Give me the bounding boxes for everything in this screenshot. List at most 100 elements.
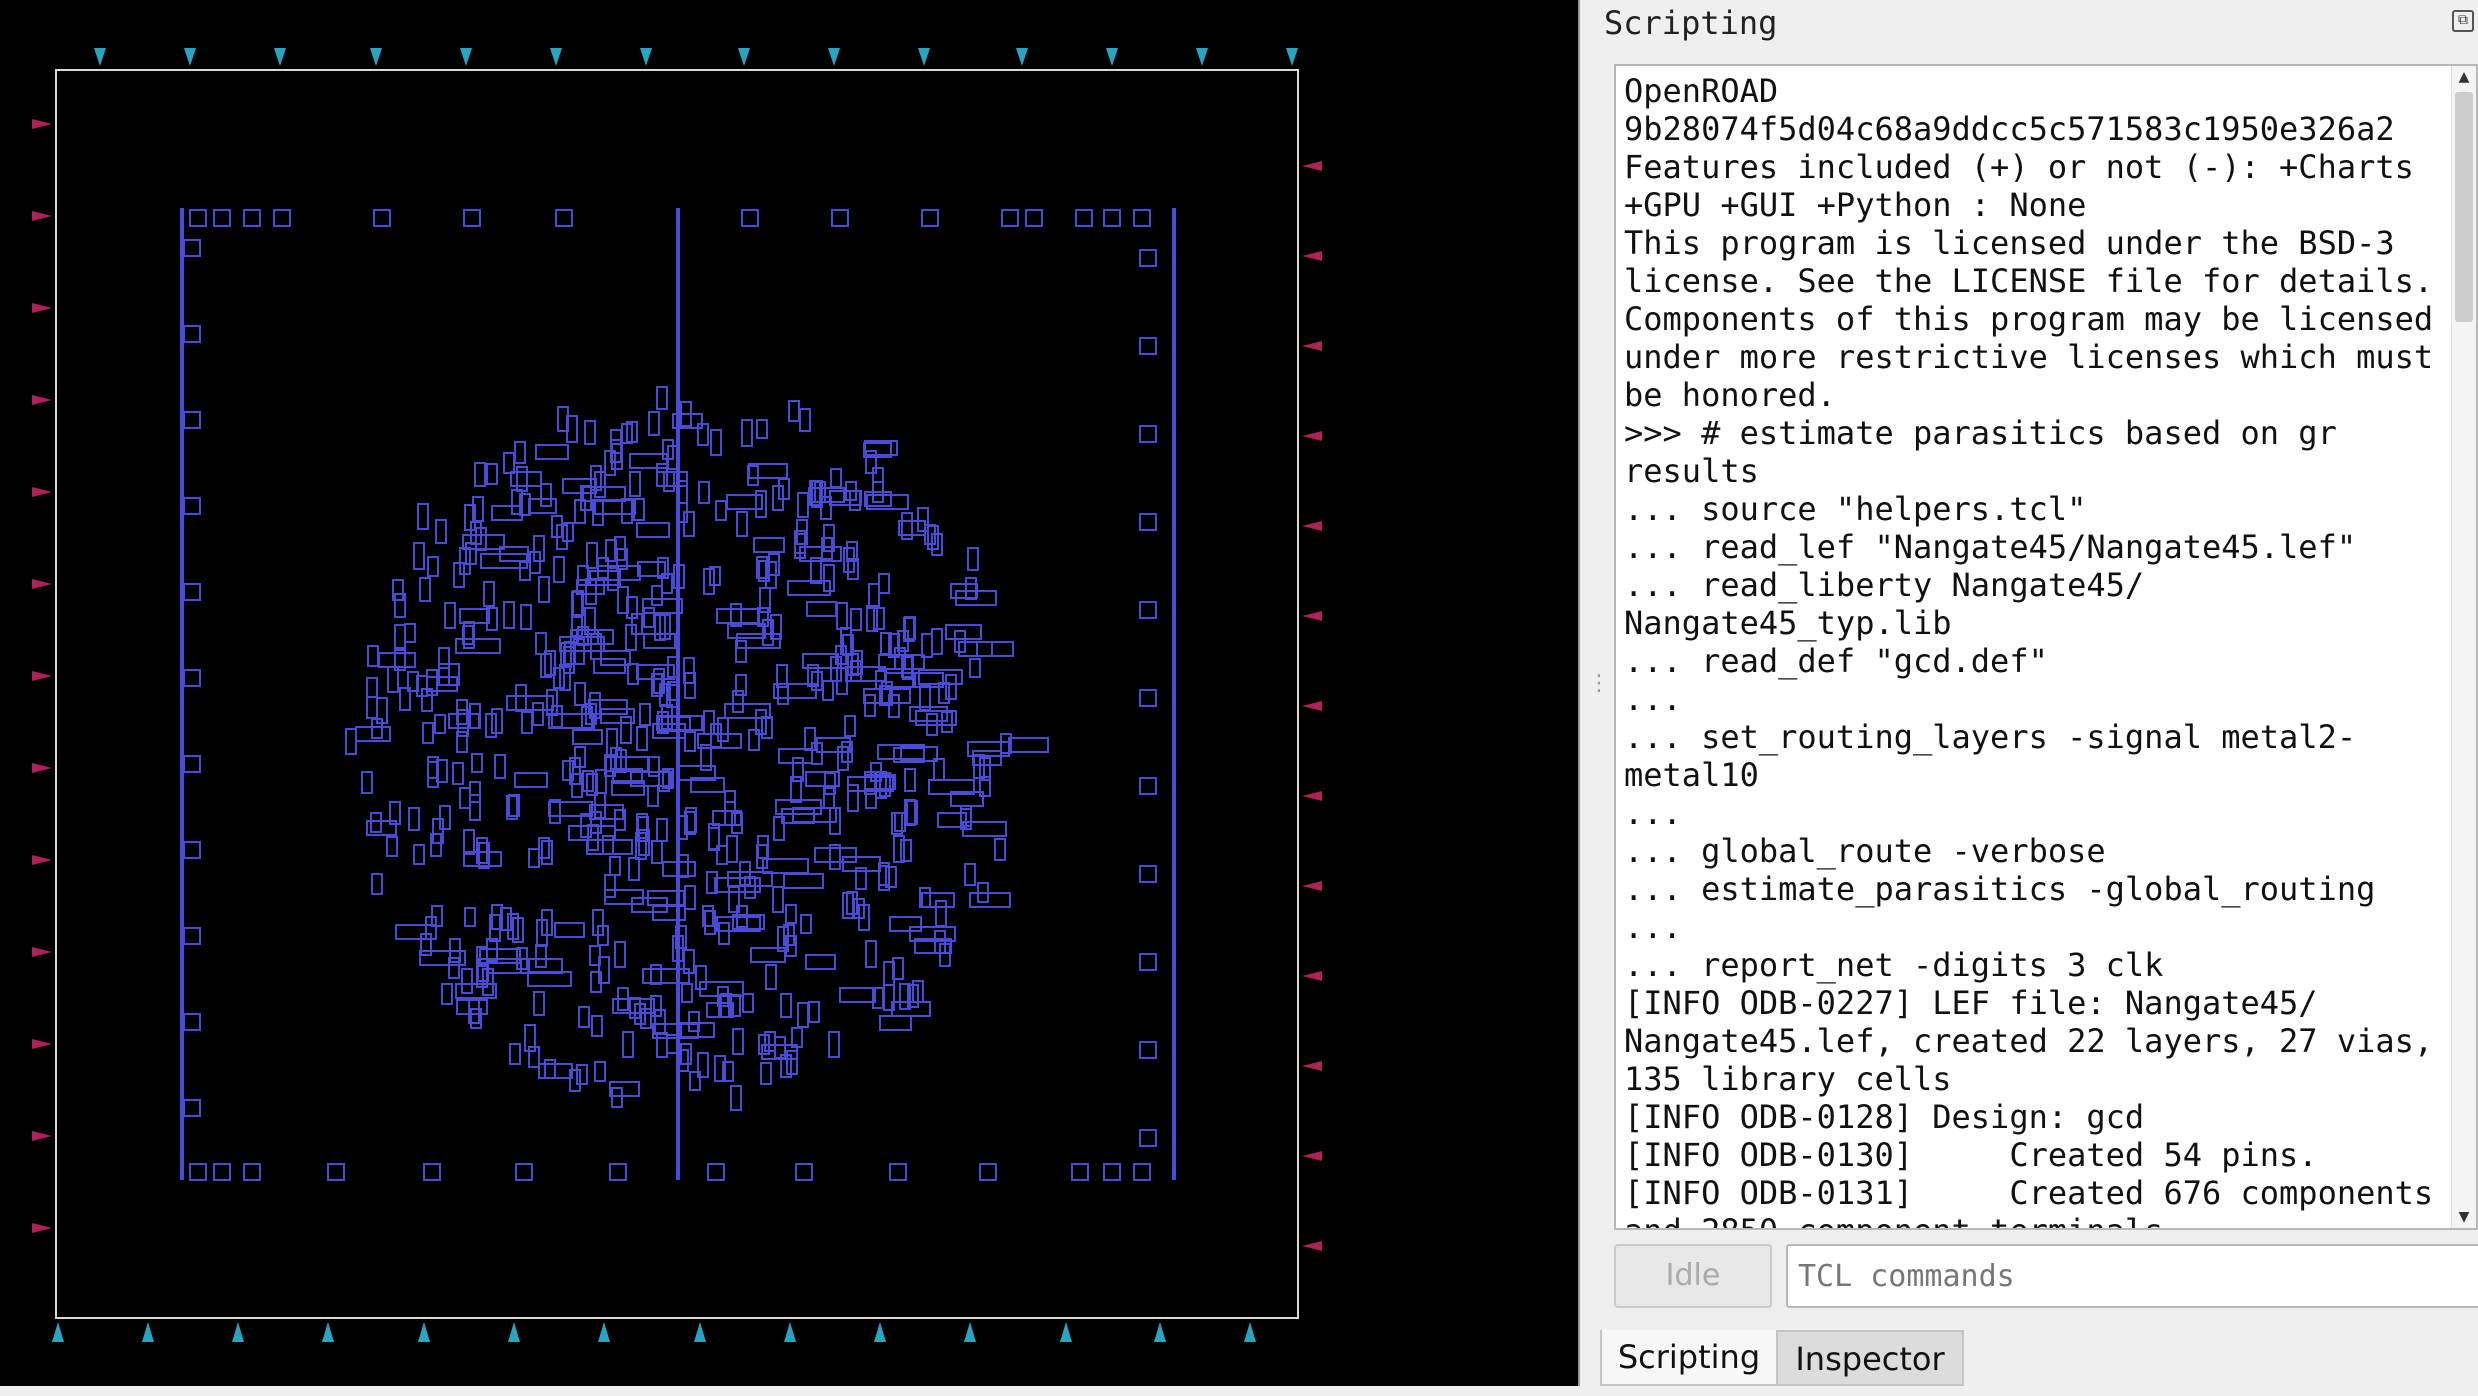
std-cell <box>427 556 439 577</box>
std-cell <box>873 607 885 630</box>
std-cell <box>554 922 585 938</box>
scroll-up-icon[interactable]: ▲ <box>2452 66 2476 88</box>
layout-viewer[interactable] <box>0 0 1580 1386</box>
std-cell <box>651 840 663 864</box>
std-cell <box>684 731 696 752</box>
splitter-handle-icon[interactable]: ⋮ <box>1588 673 1610 695</box>
script-output-console[interactable]: OpenROAD 9b28074f5d04c68a9ddcc5c571583c1… <box>1614 64 2478 1230</box>
scroll-down-icon[interactable]: ▼ <box>2452 1206 2476 1228</box>
std-cell <box>762 858 809 874</box>
std-cell <box>684 885 696 910</box>
std-cell <box>535 944 547 968</box>
std-cell <box>243 1163 261 1181</box>
io-pin-right <box>1302 521 1322 531</box>
io-pin-top <box>370 48 382 66</box>
dock-float-icon[interactable]: ⧉ <box>2452 10 2474 32</box>
std-cell <box>736 511 748 537</box>
std-cell <box>413 844 425 865</box>
std-cell <box>836 602 848 630</box>
std-cell <box>726 835 738 863</box>
io-pin-bottom <box>1244 1322 1256 1342</box>
io-pin-bottom <box>232 1322 244 1342</box>
std-cell <box>718 922 730 945</box>
std-cell <box>831 209 849 227</box>
idle-button[interactable]: Idle <box>1614 1244 1772 1308</box>
std-cell <box>521 711 533 734</box>
std-cell <box>183 411 201 429</box>
std-cell <box>441 983 453 1005</box>
std-cell <box>741 209 759 227</box>
io-pin-left <box>32 119 52 129</box>
std-cell <box>548 713 595 729</box>
std-cell <box>785 904 797 924</box>
std-cell <box>760 1062 772 1085</box>
io-pin-right <box>1302 341 1322 351</box>
std-cell <box>538 576 550 603</box>
std-cell <box>814 847 857 863</box>
std-cell <box>1139 601 1157 619</box>
tab-scripting[interactable]: Scripting <box>1600 1330 1778 1386</box>
std-cell <box>642 968 690 984</box>
std-cell <box>732 1028 744 1055</box>
io-pin-bottom <box>322 1322 334 1342</box>
std-cell <box>656 471 688 487</box>
std-cell <box>879 1015 912 1031</box>
std-cell <box>656 386 668 410</box>
std-cell <box>935 900 947 927</box>
std-cell <box>648 411 660 436</box>
std-cell <box>622 1031 634 1058</box>
std-cell <box>422 722 434 744</box>
tab-inspector[interactable]: Inspector <box>1778 1330 1964 1386</box>
std-cell <box>588 699 628 715</box>
io-pin-top <box>738 48 750 66</box>
io-pin-bottom <box>1060 1322 1072 1342</box>
std-cell <box>730 1085 742 1111</box>
std-cell <box>680 1043 692 1065</box>
std-cell <box>361 771 373 794</box>
std-cell <box>586 839 633 855</box>
io-pin-bottom <box>874 1322 886 1342</box>
std-cell <box>452 762 464 785</box>
layout-canvas[interactable] <box>0 0 1578 1386</box>
std-cell <box>797 1002 809 1028</box>
std-cell <box>1139 865 1157 883</box>
std-cell <box>994 838 1006 861</box>
std-cell <box>788 400 800 422</box>
std-cell <box>636 522 670 538</box>
console-scrollbar[interactable]: ▲ ▼ <box>2451 66 2476 1228</box>
std-cell <box>417 503 429 530</box>
std-cell <box>1139 513 1157 531</box>
io-pin-top <box>1106 48 1118 66</box>
std-cell <box>366 677 378 698</box>
std-cell <box>921 209 939 227</box>
std-cell <box>1139 1041 1157 1059</box>
tcl-command-input[interactable] <box>1786 1244 2478 1308</box>
std-cell <box>636 726 648 751</box>
scroll-thumb[interactable] <box>2455 92 2473 322</box>
std-cell <box>698 481 710 504</box>
io-pin-top <box>274 48 286 66</box>
std-cell <box>469 781 481 803</box>
std-cell <box>549 799 561 824</box>
std-cell <box>183 755 201 773</box>
io-pin-bottom <box>508 1322 520 1342</box>
std-cell <box>1139 1129 1157 1147</box>
std-cell <box>656 818 668 842</box>
std-cell <box>434 714 446 734</box>
std-cell <box>741 419 753 447</box>
std-cell <box>464 907 476 927</box>
std-cell <box>544 1059 556 1079</box>
std-cell <box>828 1031 840 1058</box>
io-pin-right <box>1302 701 1322 711</box>
std-cell <box>958 641 993 657</box>
std-cell <box>783 873 824 889</box>
std-cell <box>969 892 1011 908</box>
std-cell <box>459 787 471 809</box>
io-pin-left <box>32 947 52 957</box>
io-pin-bottom <box>418 1322 430 1342</box>
std-cell <box>878 573 890 594</box>
std-cell <box>514 441 526 464</box>
std-cell <box>611 1087 623 1108</box>
std-cell <box>765 964 777 990</box>
std-cell <box>516 466 528 492</box>
